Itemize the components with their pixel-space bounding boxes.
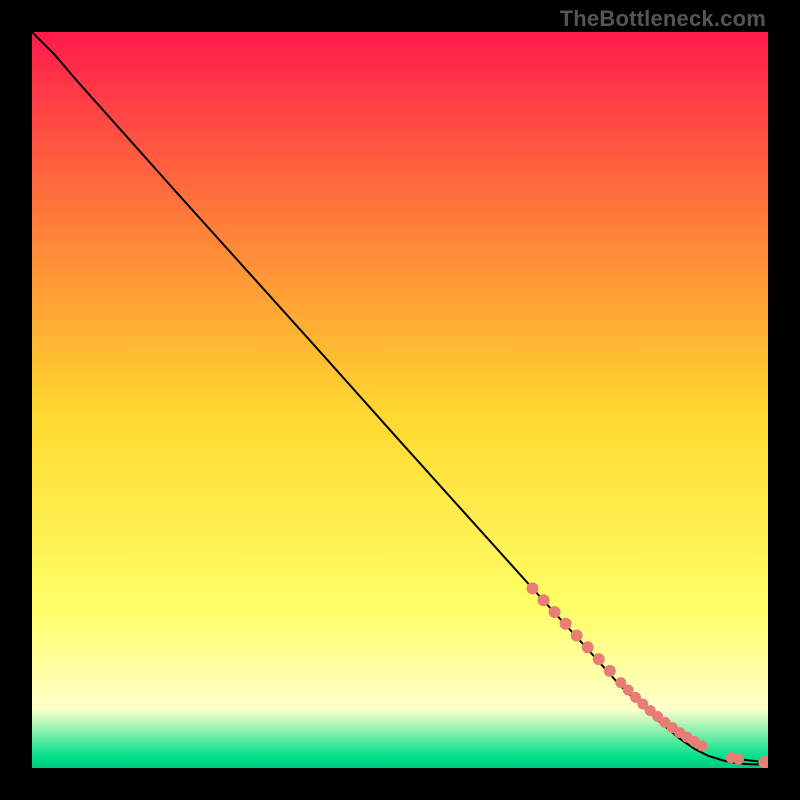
data-point	[733, 754, 744, 765]
data-point	[593, 653, 605, 665]
chart-stage: TheBottleneck.com	[0, 0, 800, 800]
trend-line	[32, 32, 768, 764]
watermark-text: TheBottleneck.com	[560, 6, 766, 32]
data-point	[696, 740, 707, 751]
data-point	[526, 582, 538, 594]
curve-layer	[32, 32, 768, 768]
data-point	[604, 665, 616, 677]
data-point	[549, 606, 561, 618]
plot-area	[32, 32, 768, 768]
data-point	[538, 594, 550, 606]
data-point	[571, 630, 583, 642]
data-point	[582, 641, 594, 653]
data-point	[560, 618, 572, 630]
